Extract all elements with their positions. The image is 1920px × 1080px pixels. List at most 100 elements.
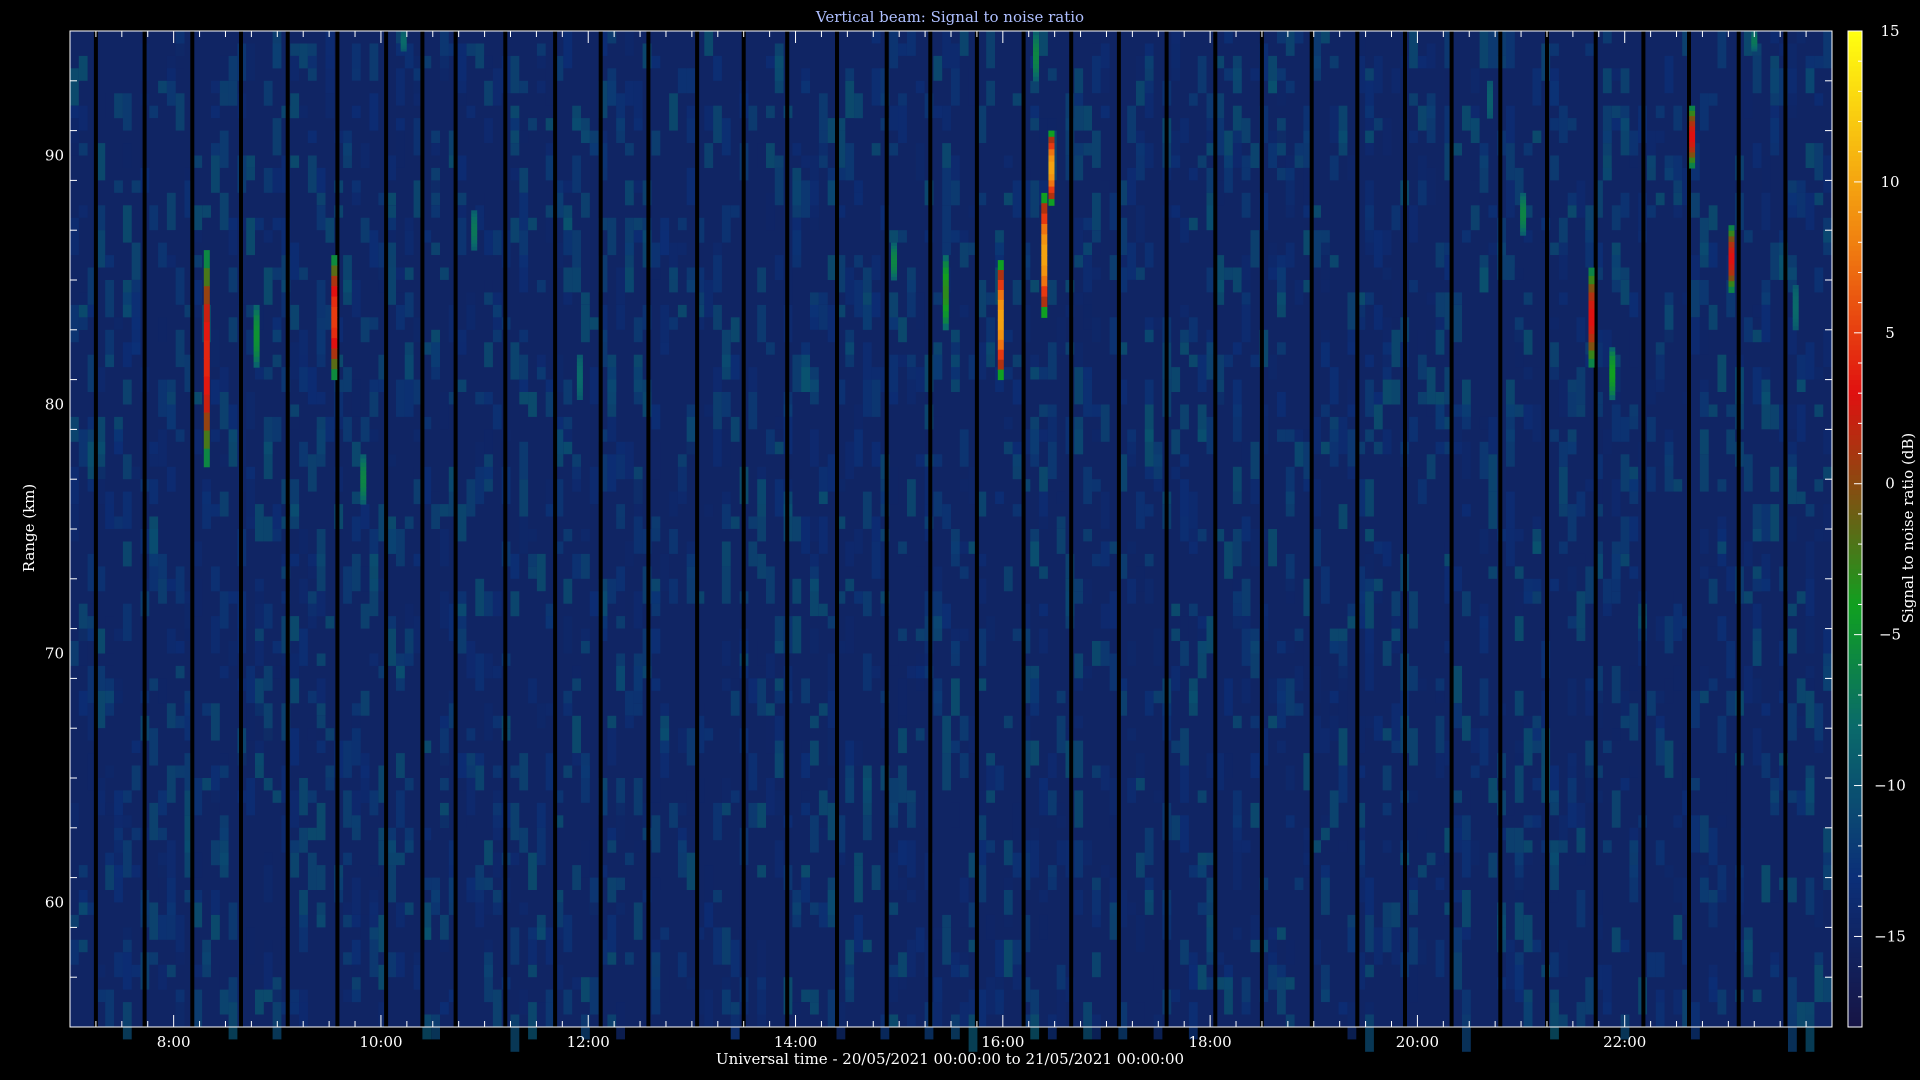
echo-segment	[576, 365, 583, 371]
noise-cell	[589, 367, 599, 405]
noise-cell	[1805, 1002, 1815, 1015]
noise-cell	[959, 31, 969, 56]
noise-cell	[219, 665, 229, 679]
noise-cell	[211, 80, 220, 94]
noise-cell	[951, 180, 960, 206]
noise-cell	[1691, 317, 1700, 355]
echo-segment	[942, 280, 949, 287]
echo-segment	[891, 273, 897, 278]
noise-cell	[730, 416, 740, 442]
noise-cell	[1576, 827, 1586, 853]
noise-cell	[149, 802, 159, 841]
echo-segment	[471, 213, 478, 218]
noise-cell	[1620, 939, 1630, 953]
noise-cell	[1365, 105, 1374, 119]
noise-cell	[255, 753, 264, 778]
noise-cell	[845, 778, 855, 803]
noise-cell	[721, 118, 731, 156]
noise-cell	[1180, 118, 1189, 143]
noise-cell	[290, 93, 300, 119]
noise-cell	[369, 93, 379, 131]
noise-cell	[1550, 952, 1559, 978]
colorbar-cell	[1848, 688, 1862, 694]
noise-cell	[1232, 715, 1242, 729]
noise-cell	[1092, 404, 1101, 417]
data-gap	[835, 31, 839, 1027]
noise-cell	[1074, 342, 1084, 368]
colorbar-cell	[1848, 768, 1862, 774]
colorbar-cell	[1848, 504, 1862, 510]
noise-cell	[889, 964, 899, 978]
noise-cell	[290, 678, 300, 704]
noise-cell	[1629, 865, 1639, 903]
x-tick-label: 10:00	[359, 1033, 402, 1051]
colorbar-cell	[1848, 802, 1862, 809]
noise-cell	[810, 553, 819, 567]
colorbar-cell	[1848, 289, 1862, 296]
noise-cell	[810, 902, 819, 915]
noise-cell	[1153, 479, 1163, 492]
noise-cell	[1479, 416, 1489, 430]
colorbar-cell	[1848, 618, 1862, 625]
noise-cell	[589, 317, 599, 330]
noise-cell	[1664, 616, 1674, 654]
echo	[1487, 80, 1493, 119]
noise-cell	[1012, 379, 1022, 405]
noise-cell	[1462, 890, 1471, 928]
noise-cell	[942, 715, 951, 754]
noise-cell	[396, 292, 405, 305]
colorbar-tick-label: 15	[1880, 22, 1899, 40]
colorbar-cell	[1848, 404, 1862, 411]
noise-cell	[959, 230, 969, 243]
noise-cell	[959, 628, 969, 641]
noise-cell	[1417, 354, 1427, 380]
noise-cell	[1241, 441, 1251, 467]
noise-cell	[757, 802, 766, 828]
echo-segment	[997, 349, 1004, 361]
colorbar-cell	[1848, 250, 1862, 256]
noise-cell	[633, 665, 643, 704]
noise-cell	[1039, 790, 1048, 816]
noise-cell	[1180, 815, 1189, 853]
noise-cell	[1197, 155, 1207, 168]
echo-segment	[253, 351, 260, 358]
noise-cell	[492, 404, 502, 430]
echo	[471, 210, 478, 251]
noise-cell	[862, 491, 872, 529]
noise-cell	[792, 180, 802, 218]
data-gap	[384, 31, 389, 1027]
noise-cell	[1347, 927, 1357, 953]
noise-cell	[721, 927, 731, 965]
noise-cell	[1250, 939, 1260, 953]
noise-cell	[1039, 404, 1048, 417]
noise-cell	[748, 678, 758, 704]
noise-cell	[810, 578, 819, 617]
noise-cell	[175, 329, 185, 368]
echo-segment	[1033, 64, 1039, 69]
noise-cell	[959, 541, 969, 554]
noise-cell	[255, 504, 264, 542]
noise-cell	[898, 317, 907, 343]
noise-cell	[290, 989, 300, 1002]
noise-cell	[1708, 902, 1718, 928]
noise-cell	[1814, 479, 1824, 492]
echo	[1609, 347, 1616, 401]
noise-cell	[475, 765, 485, 791]
noise-cell	[519, 479, 529, 517]
noise-cell	[122, 815, 132, 828]
noise-cell	[810, 1002, 819, 1015]
noise-cell	[1250, 230, 1260, 268]
noise-cell	[396, 529, 405, 567]
noise-cell	[202, 491, 211, 529]
data-gap	[598, 31, 603, 1027]
noise-cell	[1514, 329, 1524, 368]
noise-cell	[1611, 118, 1621, 131]
echo-segment	[1520, 207, 1527, 211]
noise-cell	[1030, 367, 1040, 380]
noise-cell	[1770, 31, 1780, 44]
noise-cell	[1197, 628, 1207, 641]
echo-segment	[1728, 247, 1735, 254]
data-gap	[1309, 31, 1314, 1027]
noise-cell	[1506, 952, 1515, 990]
noise-cell	[704, 105, 714, 131]
